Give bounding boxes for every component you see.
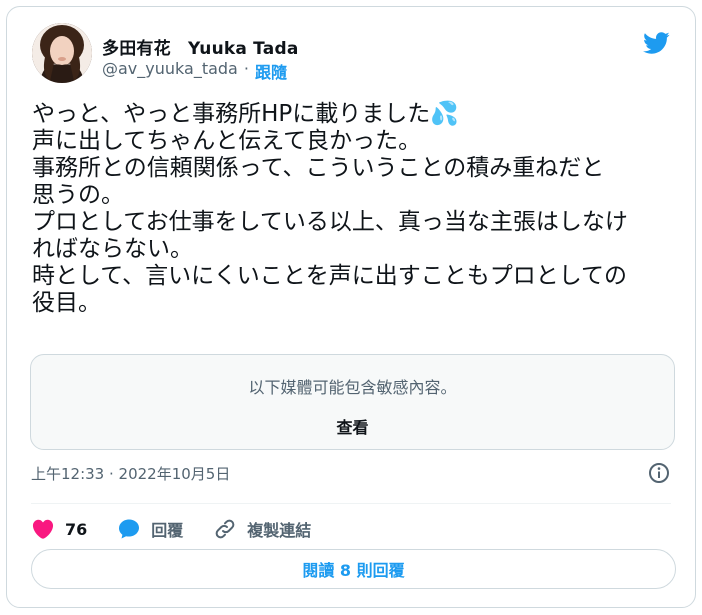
speech-bubble-icon — [119, 519, 140, 539]
action-bar: 76 回覆 複製連結 — [31, 512, 341, 546]
read-replies-button[interactable]: 閱讀 8 則回覆 — [31, 549, 676, 589]
author-avatar[interactable] — [32, 23, 92, 83]
like-button[interactable]: 76 — [31, 517, 87, 541]
avatar-photo — [32, 23, 92, 83]
reply-label: 回覆 — [151, 521, 184, 540]
twitter-bird-icon[interactable] — [641, 29, 671, 57]
divider — [31, 503, 671, 504]
heart-icon — [32, 519, 54, 539]
author-handle-row: @av_yuuka_tada · 跟隨 — [102, 59, 287, 83]
handle-separator: · — [243, 59, 249, 78]
author-name-row: 多田有花 Yuuka Tada — [102, 34, 299, 59]
tweet-text: やっと、やっと事務所HPに載りました💦 声に出してちゃんと伝えて良かった。 事務… — [32, 101, 628, 316]
tweet-card: 多田有花 Yuuka Tada @av_yuuka_tada · 跟隨 やっと、… — [6, 6, 696, 608]
reply-button[interactable]: 回覆 — [117, 517, 183, 541]
follow-button[interactable]: 跟隨 — [255, 59, 287, 83]
author-handle[interactable]: @av_yuuka_tada — [102, 59, 238, 83]
view-media-button[interactable]: 查看 — [31, 414, 674, 438]
copy-link-button[interactable]: 複製連結 — [213, 517, 311, 541]
link-icon — [215, 519, 235, 539]
tweet-timestamp[interactable]: 上午12:33 · 2022年10月5日 — [31, 463, 230, 484]
author-display-name[interactable]: 多田有花 Yuuka Tada — [102, 34, 299, 59]
like-count: 76 — [65, 519, 88, 539]
info-icon[interactable] — [647, 461, 671, 485]
sensitive-media-warning: 以下媒體可能包含敏感內容。 查看 — [30, 354, 675, 450]
copy-link-label: 複製連結 — [247, 521, 312, 540]
sensitive-notice: 以下媒體可能包含敏感內容。 — [248, 378, 457, 397]
